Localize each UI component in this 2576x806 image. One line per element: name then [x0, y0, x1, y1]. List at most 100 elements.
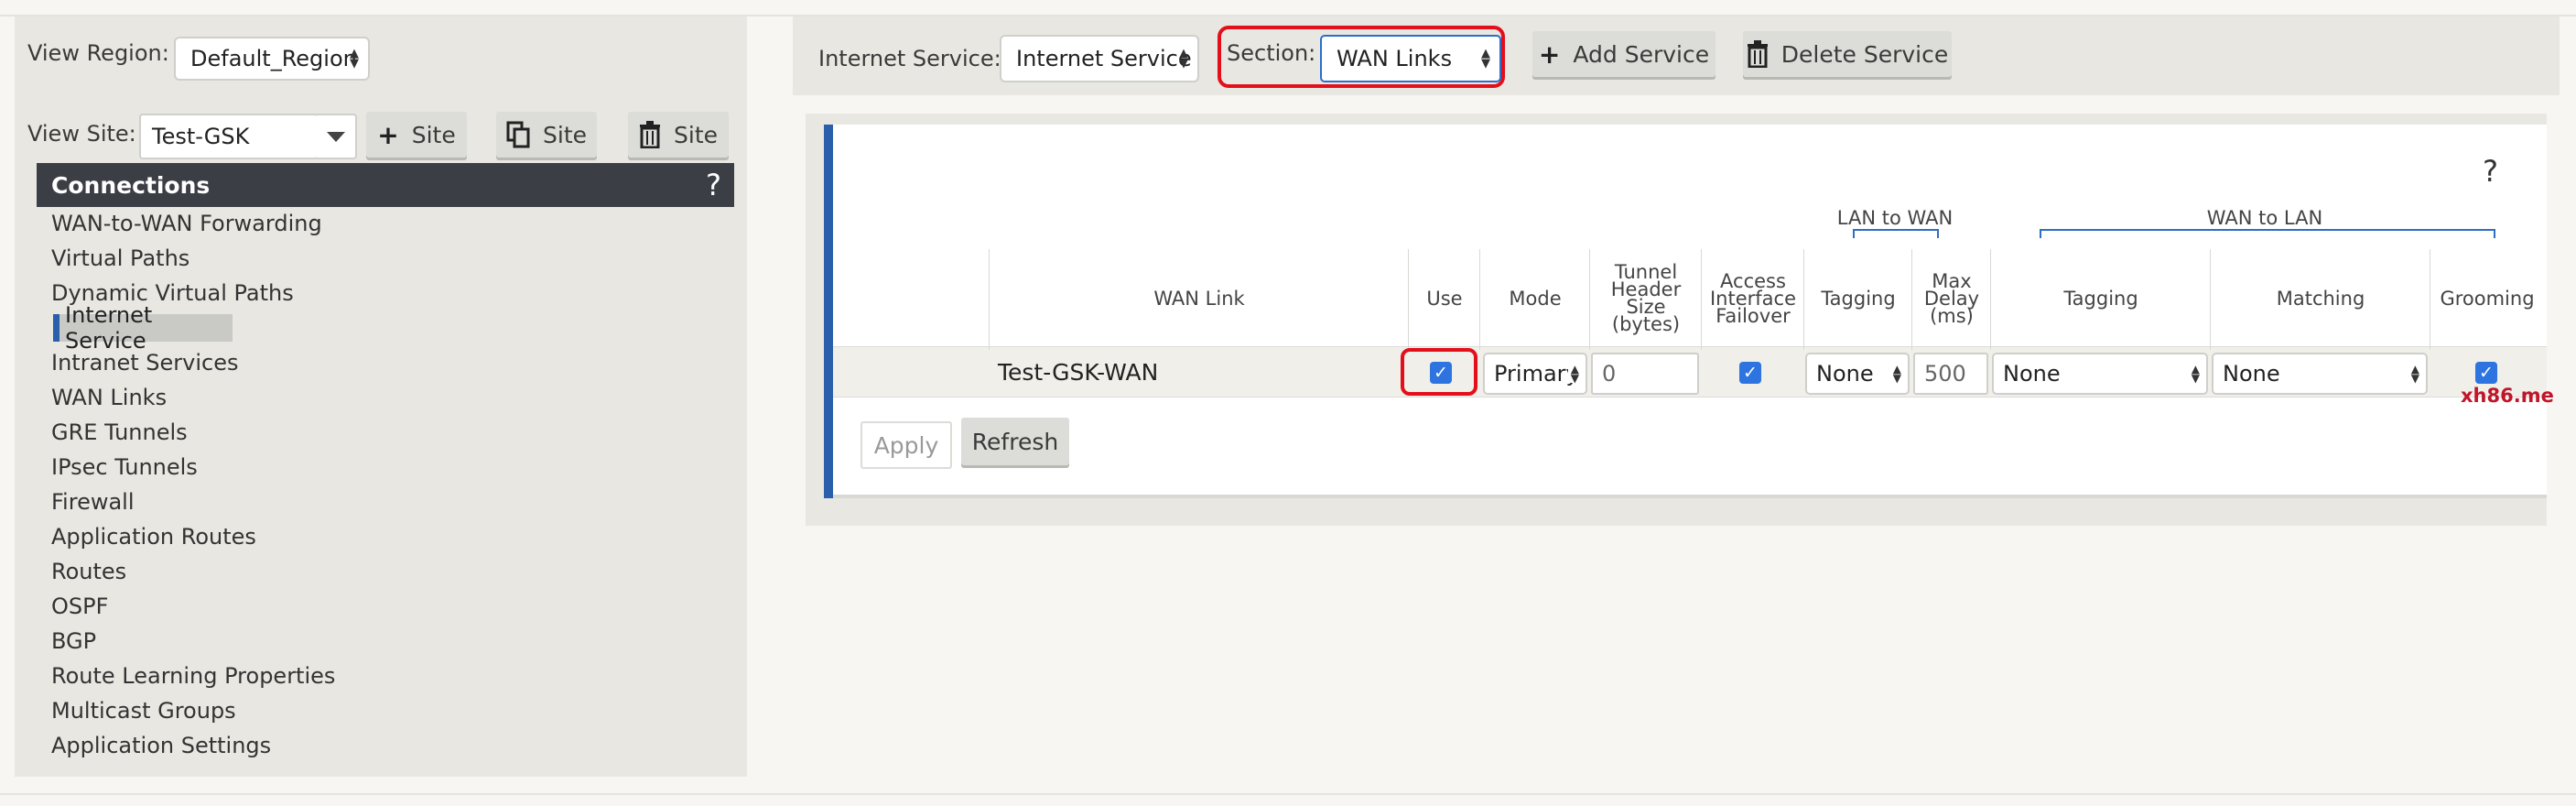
help-icon[interactable]: ?: [706, 168, 721, 202]
updown-arrow-icon: ▲ ▼: [350, 47, 359, 71]
help-icon[interactable]: ?: [2483, 154, 2498, 189]
nav-item-firewall[interactable]: Firewall: [51, 489, 135, 515]
max-delay-value: 500: [1924, 361, 1966, 387]
column-divider: [1701, 249, 1702, 350]
view-region-value: Default_Region: [190, 46, 357, 71]
section-value: WAN Links: [1337, 46, 1453, 71]
column-divider: [1803, 249, 1804, 350]
column-header-mode: Mode: [1509, 287, 1562, 310]
nav-item-bgp[interactable]: BGP: [51, 628, 96, 654]
updown-arrow-icon: ▲ ▼: [1179, 47, 1188, 71]
view-site-value: Test-GSK: [152, 124, 250, 149]
tagging-lan-to-wan-value: None: [1816, 361, 1874, 387]
mode-value: Primary: [1494, 361, 1579, 387]
trash-icon: [640, 121, 660, 148]
delete-site-button[interactable]: Site: [628, 112, 729, 158]
nav-item-route-learning-properties[interactable]: Route Learning Properties: [51, 663, 335, 689]
header-line: (bytes): [1611, 313, 1681, 335]
nav-item-routes[interactable]: Routes: [51, 559, 126, 584]
connections-title: Connections: [51, 171, 211, 199]
add-service-label: Add Service: [1573, 40, 1710, 68]
column-divider: [1589, 249, 1590, 350]
column-header-grooming: Grooming: [2440, 287, 2535, 310]
plus-icon: +: [1538, 38, 1561, 70]
watermark-text: xh86.me: [2461, 385, 2554, 407]
grooming-checkbox[interactable]: ✓: [2475, 362, 2497, 384]
wan-to-lan-bracket: [2040, 229, 2495, 238]
tagging-wan-to-lan-select[interactable]: None ▲ ▼: [1992, 353, 2208, 395]
plus-icon: +: [377, 119, 399, 150]
trash-icon: [1747, 40, 1768, 68]
clone-site-label: Site: [543, 121, 587, 148]
nav-item-wan-links[interactable]: WAN Links: [51, 385, 167, 410]
column-header-wan-link: WAN Link: [1153, 287, 1245, 310]
header-line: Failover: [1716, 304, 1791, 327]
refresh-button[interactable]: Refresh: [961, 418, 1069, 465]
clone-site-button[interactable]: Site: [496, 112, 597, 158]
lan-to-wan-group-label: LAN to WAN: [1836, 207, 1954, 229]
nav-item-label: Internet Service: [65, 302, 153, 354]
view-site-dropdown-button[interactable]: [317, 114, 357, 159]
column-header-tagging-lan-to-wan: Tagging: [1821, 287, 1896, 310]
tunnel-header-size-input[interactable]: 0: [1591, 353, 1699, 395]
copy-icon: [506, 121, 530, 148]
delete-service-label: Delete Service: [1780, 40, 1949, 68]
updown-arrow-icon: ▲ ▼: [1892, 363, 1901, 385]
internet-service-select[interactable]: Internet Service ▲ ▼: [1000, 35, 1199, 82]
column-header-tunnel-header-size: Tunnel Header Size (bytes): [1591, 256, 1701, 341]
mode-select[interactable]: Primary ▲ ▼: [1483, 353, 1587, 395]
add-site-label: Site: [411, 121, 456, 148]
access-interface-failover-checkbox[interactable]: ✓: [1739, 362, 1761, 384]
nav-item-multicast-groups[interactable]: Multicast Groups: [51, 698, 236, 724]
tagging-lan-to-wan-select[interactable]: None ▲ ▼: [1805, 353, 1910, 395]
matching-select[interactable]: None ▲ ▼: [2212, 353, 2428, 395]
nav-item-virtual-paths[interactable]: Virtual Paths: [51, 245, 189, 271]
tagging-wan-to-lan-value: None: [2003, 361, 2061, 387]
delete-site-label: Site: [674, 121, 718, 148]
column-divider: [1408, 249, 1409, 350]
column-divider: [1479, 249, 1480, 350]
lan-to-wan-bracket: [1853, 229, 1939, 238]
apply-button[interactable]: Apply: [860, 421, 952, 469]
use-checkbox[interactable]: ✓: [1430, 362, 1452, 384]
view-site-input[interactable]: Test-GSK: [139, 114, 319, 159]
wan-link-name: Test-GSK-WAN: [998, 359, 1159, 386]
updown-arrow-icon: ▲ ▼: [1481, 47, 1490, 71]
nav-item-application-routes[interactable]: Application Routes: [51, 524, 256, 550]
wan-to-lan-group-label: WAN to LAN: [2206, 207, 2323, 229]
bottom-divider: [0, 793, 2576, 795]
delete-service-button[interactable]: Delete Service: [1743, 31, 1952, 77]
add-site-button[interactable]: + Site: [366, 112, 467, 158]
view-region-select[interactable]: Default_Region ▲ ▼: [174, 37, 370, 81]
nav-item-internet-service[interactable]: Internet Service: [53, 302, 233, 354]
max-delay-input[interactable]: 500: [1913, 353, 1988, 395]
updown-arrow-icon: ▲ ▼: [2191, 363, 2200, 385]
nav-item-ospf[interactable]: OSPF: [51, 594, 108, 619]
nav-item-gre-tunnels[interactable]: GRE Tunnels: [51, 419, 188, 445]
column-divider: [1990, 249, 1991, 350]
section-label: Section:: [1227, 40, 1316, 66]
matching-value: None: [2223, 361, 2280, 387]
column-header-tagging-wan-to-lan: Tagging: [2063, 287, 2138, 310]
header-line: (ms): [1930, 304, 1974, 327]
nav-item-intranet-services[interactable]: Intranet Services: [51, 350, 239, 376]
column-header-matching: Matching: [2276, 287, 2365, 310]
view-region-label: View Region:: [27, 40, 169, 66]
column-divider: [2210, 249, 2211, 350]
card-bottom-border: [833, 495, 2547, 498]
column-header-max-delay: Max Delay (ms): [1913, 256, 1990, 341]
column-header-access-interface-failover: Access Interface Failover: [1703, 256, 1803, 341]
column-divider: [989, 249, 990, 350]
updown-arrow-icon: ▲ ▼: [2410, 363, 2419, 385]
nav-item-ipsec-tunnels[interactable]: IPsec Tunnels: [51, 454, 198, 480]
internet-service-label: Internet Service:: [818, 46, 1001, 71]
column-header-use: Use: [1426, 287, 1463, 310]
internet-service-value: Internet Service: [1016, 46, 1192, 71]
nav-item-wan-to-wan-forwarding[interactable]: WAN-to-WAN Forwarding: [51, 211, 322, 236]
add-service-button[interactable]: + Add Service: [1532, 31, 1716, 77]
tunnel-header-size-value: 0: [1602, 361, 1617, 387]
connections-header: Connections ?: [37, 163, 734, 207]
view-site-label: View Site:: [27, 121, 136, 147]
section-select[interactable]: WAN Links ▲ ▼: [1320, 35, 1501, 82]
nav-item-application-settings[interactable]: Application Settings: [51, 733, 271, 758]
